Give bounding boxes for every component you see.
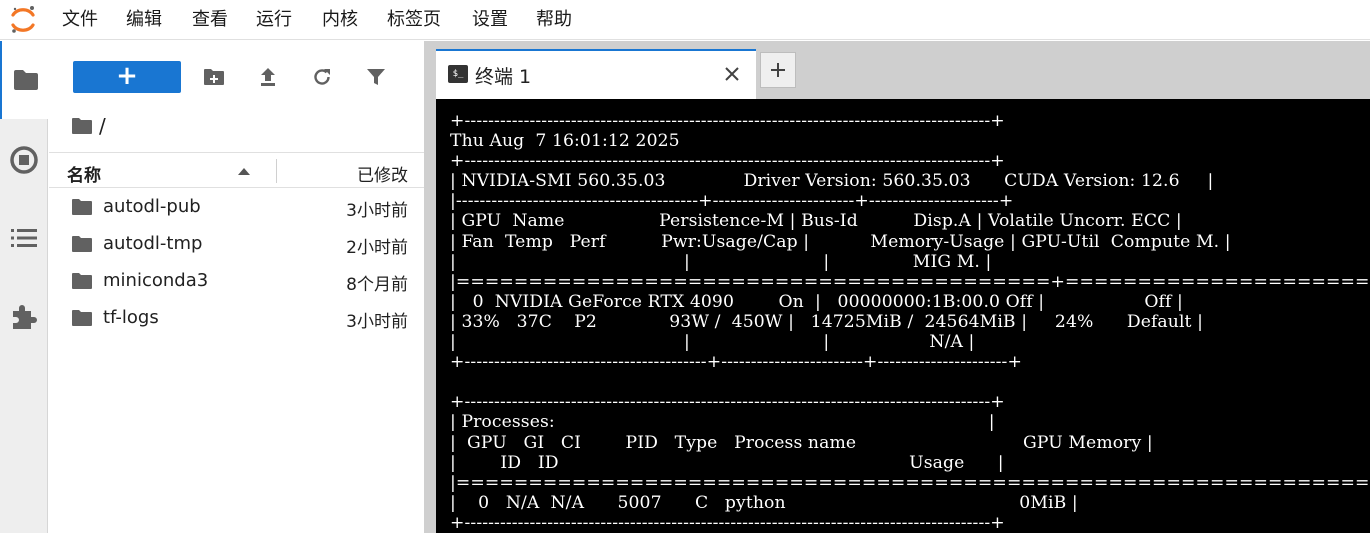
menu-edit[interactable]: 编辑 <box>126 9 162 31</box>
menu-tabs[interactable]: 标签页 <box>387 9 441 31</box>
sidebar-tab-extensions[interactable] <box>0 277 48 355</box>
plus-icon <box>771 63 785 77</box>
file-modified: 8个月前 <box>346 275 408 295</box>
breadcrumb-root[interactable]: / <box>99 114 106 138</box>
toc-icon <box>11 229 37 247</box>
sort-ascending-icon <box>238 168 250 175</box>
home-folder-icon[interactable] <box>71 117 93 135</box>
terminal-output: +---------------------------------------… <box>450 111 1370 533</box>
refresh-icon <box>314 69 330 85</box>
running-icon <box>10 146 38 174</box>
folder-icon <box>72 310 92 326</box>
new-launcher-button[interactable]: + <box>73 61 181 93</box>
file-modified: 3小时前 <box>346 312 408 332</box>
panel-splitter[interactable] <box>424 41 436 533</box>
menu-view[interactable]: 查看 <box>192 9 228 31</box>
refresh-button[interactable] <box>310 65 334 89</box>
tab-bar: $_ 终端 1 <box>436 41 1370 99</box>
sidebar-tab-filebrowser[interactable] <box>0 41 49 119</box>
activity-bar <box>0 41 49 533</box>
column-modified-header[interactable]: 已修改 <box>357 161 408 186</box>
breadcrumb: / <box>71 114 106 138</box>
upload-button[interactable] <box>256 65 280 89</box>
file-modified: 2小时前 <box>346 238 408 258</box>
terminal-icon: $_ <box>448 65 468 83</box>
folder-icon <box>72 273 92 289</box>
file-name: tf-logs <box>103 307 159 328</box>
sidebar-tab-running[interactable] <box>0 121 48 199</box>
menu-help[interactable]: 帮助 <box>536 9 572 31</box>
file-name: autodl-pub <box>103 196 201 217</box>
menu-bar: 文件 编辑 查看 运行 内核 标签页 设置 帮助 <box>0 0 1370 40</box>
file-row-tf-logs[interactable]: tf-logs 3小时前 <box>49 300 424 337</box>
file-browser: + / 名称 已修改 autodl-pub 3小时前 autodl-tmp 2小… <box>49 41 424 533</box>
extension-icon <box>13 305 37 329</box>
file-row-autodl-pub[interactable]: autodl-pub 3小时前 <box>49 189 424 226</box>
file-list-header: 名称 已修改 <box>49 152 424 188</box>
file-modified: 3小时前 <box>346 201 408 221</box>
menu-kernel[interactable]: 内核 <box>322 9 358 31</box>
new-folder-button[interactable] <box>202 65 226 89</box>
menu-run[interactable]: 运行 <box>256 9 292 31</box>
column-divider[interactable] <box>276 159 277 183</box>
jupyter-logo-icon[interactable] <box>9 4 37 36</box>
new-folder-icon <box>204 69 224 85</box>
main-dock-area: $_ 终端 1 +-------------------------------… <box>436 41 1370 533</box>
upload-icon <box>261 68 275 86</box>
file-row-autodl-tmp[interactable]: autodl-tmp 2小时前 <box>49 226 424 263</box>
file-name: miniconda3 <box>103 270 209 291</box>
close-icon[interactable] <box>722 64 742 84</box>
filter-icon <box>367 69 385 85</box>
terminal-view[interactable]: +---------------------------------------… <box>436 99 1370 533</box>
menu-settings[interactable]: 设置 <box>472 9 508 31</box>
file-row-miniconda3[interactable]: miniconda3 8个月前 <box>49 263 424 300</box>
add-tab-button[interactable] <box>760 52 796 88</box>
file-name: autodl-tmp <box>103 233 203 254</box>
tab-terminal-1[interactable]: $_ 终端 1 <box>436 49 756 99</box>
sidebar-tab-toc[interactable] <box>0 199 48 277</box>
folder-icon <box>13 70 38 90</box>
column-name-header[interactable]: 名称 <box>67 161 101 186</box>
folder-icon <box>72 236 92 252</box>
menu-file[interactable]: 文件 <box>62 9 98 31</box>
filter-button[interactable] <box>364 65 388 89</box>
tab-title: 终端 1 <box>475 66 532 88</box>
folder-icon <box>72 199 92 215</box>
